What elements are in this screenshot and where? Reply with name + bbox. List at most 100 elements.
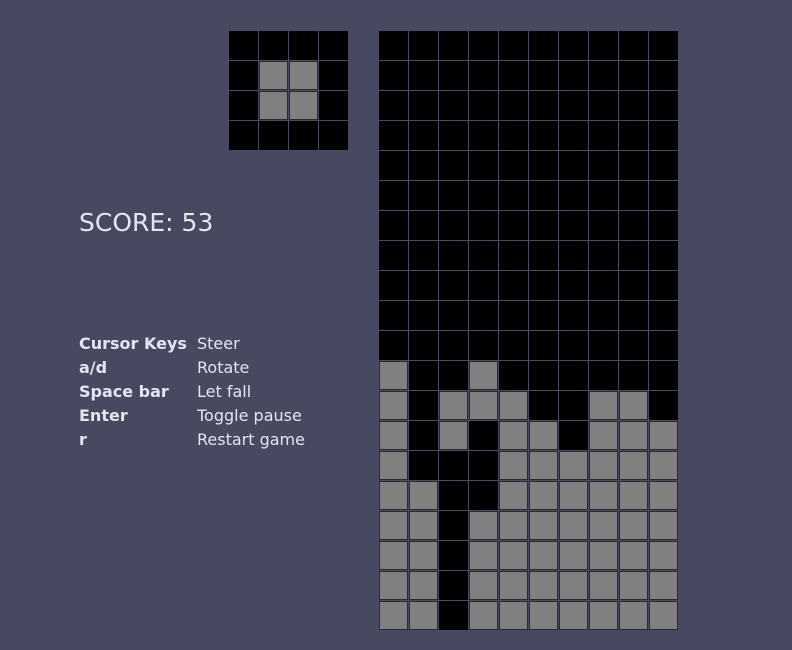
empty-cell <box>529 391 558 420</box>
empty-cell <box>559 391 588 420</box>
filled-cell <box>499 451 528 480</box>
filled-cell <box>619 481 648 510</box>
filled-cell <box>499 391 528 420</box>
empty-cell <box>649 301 678 330</box>
filled-cell <box>589 421 618 450</box>
filled-cell <box>499 481 528 510</box>
empty-cell <box>409 451 438 480</box>
empty-cell <box>469 451 498 480</box>
empty-cell <box>649 331 678 360</box>
control-key: a/d <box>79 358 108 377</box>
empty-cell <box>529 61 558 90</box>
empty-cell <box>589 31 618 60</box>
filled-cell <box>499 421 528 450</box>
empty-cell <box>589 331 618 360</box>
empty-cell <box>649 151 678 180</box>
empty-cell <box>499 271 528 300</box>
filled-cell <box>379 601 408 630</box>
empty-cell <box>529 271 558 300</box>
empty-cell <box>469 331 498 360</box>
empty-cell <box>439 241 468 270</box>
empty-cell <box>409 421 438 450</box>
filled-cell <box>259 91 288 120</box>
empty-cell <box>559 31 588 60</box>
filled-cell <box>529 511 558 540</box>
empty-cell <box>259 31 288 60</box>
filled-cell <box>649 421 678 450</box>
filled-cell <box>409 511 438 540</box>
controls-help: Cursor Keys Steer a/d Rotate Space bar Let … <box>79 332 305 452</box>
empty-cell <box>439 481 468 510</box>
empty-cell <box>409 31 438 60</box>
empty-cell <box>499 121 528 150</box>
empty-cell <box>589 151 618 180</box>
empty-cell <box>649 121 678 150</box>
empty-cell <box>469 271 498 300</box>
empty-cell <box>589 361 618 390</box>
empty-cell <box>439 121 468 150</box>
empty-cell <box>589 61 618 90</box>
empty-cell <box>439 271 468 300</box>
empty-cell <box>589 91 618 120</box>
filled-cell <box>499 511 528 540</box>
empty-cell <box>619 211 648 240</box>
filled-cell <box>499 541 528 570</box>
empty-cell <box>559 361 588 390</box>
empty-cell <box>589 271 618 300</box>
empty-cell <box>499 301 528 330</box>
empty-cell <box>379 241 408 270</box>
control-action: Toggle pause <box>197 406 302 425</box>
filled-cell <box>379 391 408 420</box>
empty-cell <box>649 91 678 120</box>
empty-cell <box>439 511 468 540</box>
empty-cell <box>319 61 348 90</box>
empty-cell <box>619 331 648 360</box>
filled-cell <box>589 571 618 600</box>
empty-cell <box>469 421 498 450</box>
filled-cell <box>379 511 408 540</box>
empty-cell <box>289 121 318 150</box>
empty-cell <box>529 301 558 330</box>
empty-cell <box>559 331 588 360</box>
empty-cell <box>469 151 498 180</box>
filled-cell <box>379 571 408 600</box>
filled-cell <box>649 601 678 630</box>
empty-cell <box>439 31 468 60</box>
control-row: r Restart game <box>79 428 305 452</box>
filled-cell <box>379 421 408 450</box>
empty-cell <box>619 61 648 90</box>
empty-cell <box>319 31 348 60</box>
empty-cell <box>499 61 528 90</box>
filled-cell <box>379 541 408 570</box>
empty-cell <box>529 31 558 60</box>
empty-cell <box>499 31 528 60</box>
empty-cell <box>529 151 558 180</box>
filled-cell <box>529 571 558 600</box>
empty-cell <box>589 241 618 270</box>
filled-cell <box>409 481 438 510</box>
filled-cell <box>529 541 558 570</box>
empty-cell <box>529 241 558 270</box>
control-action: Steer <box>197 334 240 353</box>
empty-cell <box>649 391 678 420</box>
empty-cell <box>619 361 648 390</box>
control-row: a/d Rotate <box>79 356 305 380</box>
control-row: Enter Toggle pause <box>79 404 305 428</box>
empty-cell <box>559 271 588 300</box>
empty-cell <box>379 301 408 330</box>
empty-cell <box>439 451 468 480</box>
empty-cell <box>409 151 438 180</box>
filled-cell <box>379 481 408 510</box>
filled-cell <box>619 541 648 570</box>
filled-cell <box>529 421 558 450</box>
next-piece-preview <box>228 30 348 150</box>
empty-cell <box>469 181 498 210</box>
empty-cell <box>529 91 558 120</box>
filled-cell <box>379 361 408 390</box>
empty-cell <box>409 361 438 390</box>
game-board[interactable] <box>378 30 678 630</box>
empty-cell <box>559 211 588 240</box>
empty-cell <box>619 151 648 180</box>
filled-cell <box>409 601 438 630</box>
control-action: Let fall <box>197 382 252 401</box>
